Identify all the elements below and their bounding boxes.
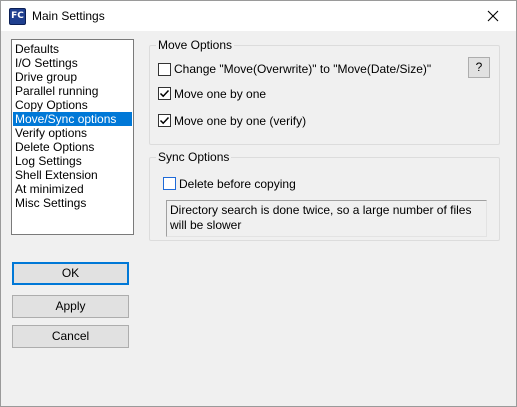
list-item-verify-options[interactable]: Verify options — [13, 126, 132, 140]
change-move-checkbox[interactable] — [158, 63, 171, 76]
list-item-parallel-running[interactable]: Parallel running — [13, 84, 132, 98]
move-options-title: Move Options — [156, 38, 235, 52]
list-item-misc-settings[interactable]: Misc Settings — [13, 196, 132, 210]
list-item-at-minimized[interactable]: At minimized — [13, 182, 132, 196]
list-item-defaults[interactable]: Defaults — [13, 42, 132, 56]
help-button[interactable]: ? — [468, 57, 490, 78]
apply-button[interactable]: Apply — [12, 295, 129, 318]
app-icon: FC — [9, 8, 26, 25]
window-title: Main Settings — [32, 9, 105, 23]
sync-options-title: Sync Options — [156, 150, 232, 164]
ok-button[interactable]: OK — [12, 262, 129, 285]
sync-info-text: Directory search is done twice, so a lar… — [166, 200, 487, 237]
move-one-by-one-checkbox[interactable] — [158, 87, 171, 100]
change-move-label[interactable]: Change "Move(Overwrite)" to "Move(Date/S… — [174, 62, 431, 76]
close-button[interactable] — [470, 1, 516, 31]
close-icon — [487, 10, 499, 22]
list-item-delete-options[interactable]: Delete Options — [13, 140, 132, 154]
list-item-move-sync-options[interactable]: Move/Sync options — [13, 112, 132, 126]
list-item-drive-group[interactable]: Drive group — [13, 70, 132, 84]
cancel-button[interactable]: Cancel — [12, 325, 129, 348]
delete-before-copying-label[interactable]: Delete before copying — [179, 177, 296, 191]
move-one-by-one-label[interactable]: Move one by one — [174, 87, 266, 101]
main-settings-dialog: FC Main Settings Defaults I/O Settings D… — [0, 0, 517, 407]
list-item-copy-options[interactable]: Copy Options — [13, 98, 132, 112]
checkmark-icon — [159, 116, 170, 125]
title-bar: FC Main Settings — [1, 1, 516, 31]
move-one-by-one-verify-label[interactable]: Move one by one (verify) — [174, 114, 306, 128]
list-item-shell-extension[interactable]: Shell Extension — [13, 168, 132, 182]
delete-before-copying-checkbox[interactable] — [163, 177, 176, 190]
move-one-by-one-verify-checkbox[interactable] — [158, 114, 171, 127]
list-item-io-settings[interactable]: I/O Settings — [13, 56, 132, 70]
list-item-log-settings[interactable]: Log Settings — [13, 154, 132, 168]
settings-category-list[interactable]: Defaults I/O Settings Drive group Parall… — [11, 39, 134, 235]
checkmark-icon — [159, 89, 170, 98]
